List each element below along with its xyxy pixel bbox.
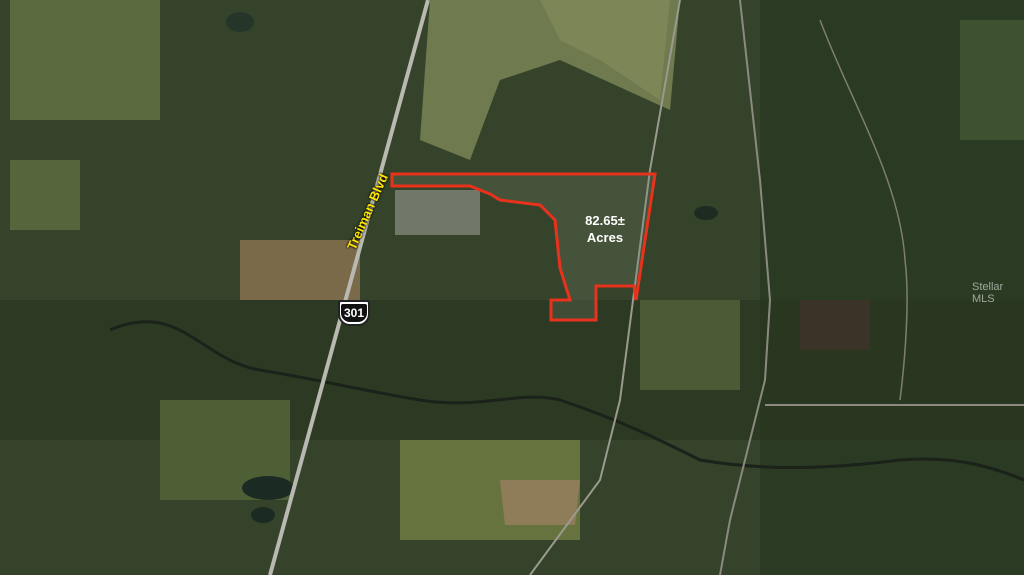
parcel-unit: Acres (586, 230, 624, 245)
pond (251, 507, 275, 523)
cleared-lot (240, 240, 360, 300)
farm-area (10, 0, 160, 120)
parcel-acreage: 82.65± (585, 213, 625, 228)
farm-area (10, 160, 80, 230)
cleared-lot (500, 480, 580, 525)
farm-area (640, 300, 740, 390)
pond (694, 206, 718, 220)
route-number: 301 (341, 304, 367, 322)
satellite-imagery (0, 0, 1024, 575)
parcel-label: 82.65± Acres (570, 212, 640, 246)
pond (226, 12, 254, 32)
aerial-map[interactable]: Treiman Blvd 301 82.65± Acres Stellar ML… (0, 0, 1024, 575)
wetland (800, 300, 870, 350)
watermark: Stellar MLS (972, 281, 1004, 305)
route-301-shield-icon: 301 (338, 300, 370, 326)
wetland (960, 20, 1024, 140)
pond (242, 476, 294, 500)
residential-subdivision (395, 190, 480, 235)
